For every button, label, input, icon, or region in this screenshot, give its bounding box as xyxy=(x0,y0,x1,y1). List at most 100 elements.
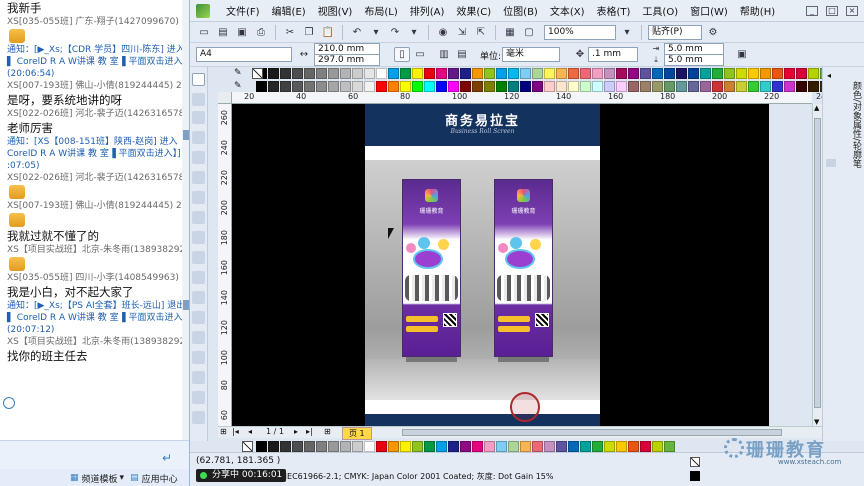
color-swatch[interactable] xyxy=(388,441,399,452)
screen-share-status[interactable]: 分享中 00:16:01 xyxy=(196,469,287,482)
menu-item[interactable]: 效果(C) xyxy=(450,3,497,18)
color-swatch[interactable] xyxy=(316,81,327,92)
color-swatch[interactable] xyxy=(652,68,663,79)
color-swatch[interactable] xyxy=(256,81,267,92)
color-swatch[interactable] xyxy=(352,81,363,92)
current-page-icon[interactable]: ▤ xyxy=(454,47,470,62)
menu-item[interactable]: 文件(F) xyxy=(220,3,266,18)
color-swatch[interactable] xyxy=(256,441,267,452)
color-swatch[interactable] xyxy=(508,81,519,92)
color-swatch[interactable] xyxy=(484,81,495,92)
color-swatch[interactable] xyxy=(388,68,399,79)
color-swatch[interactable] xyxy=(316,441,327,452)
color-swatch[interactable] xyxy=(424,441,435,452)
color-swatch[interactable] xyxy=(580,81,591,92)
color-swatch[interactable] xyxy=(712,81,723,92)
paper-size-select[interactable]: A4 xyxy=(196,47,292,62)
import-icon[interactable]: ⇲ xyxy=(454,25,470,40)
color-swatch[interactable] xyxy=(268,81,279,92)
color-swatch[interactable] xyxy=(592,68,603,79)
paste-icon[interactable]: 📋 xyxy=(320,25,336,40)
color-swatch[interactable] xyxy=(340,441,351,452)
color-swatch[interactable] xyxy=(400,441,411,452)
fill-tool-icon[interactable] xyxy=(192,391,205,404)
color-swatch[interactable] xyxy=(772,81,783,92)
menu-item[interactable]: 布局(L) xyxy=(358,3,403,18)
smile-icon[interactable] xyxy=(3,397,15,409)
color-swatch[interactable] xyxy=(580,441,591,452)
color-swatch[interactable] xyxy=(592,81,603,92)
blend-tool-icon[interactable] xyxy=(192,331,205,344)
page-options-icon[interactable]: ⊞ xyxy=(220,427,227,436)
color-swatch[interactable] xyxy=(796,81,807,92)
color-swatch[interactable] xyxy=(544,68,555,79)
color-swatch[interactable] xyxy=(424,81,435,92)
color-swatch[interactable] xyxy=(520,441,531,452)
smart-fill-icon[interactable] xyxy=(192,171,205,184)
color-swatch[interactable] xyxy=(532,441,543,452)
color-swatch[interactable] xyxy=(280,68,291,79)
connector-tool-icon[interactable] xyxy=(192,311,205,324)
snap-to-menu[interactable]: 贴齐(P) xyxy=(648,24,702,40)
rollup-banner-left[interactable]: 珊珊教育 xyxy=(402,179,461,362)
horizontal-scroll-thumb[interactable] xyxy=(402,429,782,436)
color-swatch[interactable] xyxy=(652,81,663,92)
dimension-tool-icon[interactable] xyxy=(192,291,205,304)
new-document-icon[interactable]: ▭ xyxy=(196,25,212,40)
table-tool-icon[interactable] xyxy=(192,271,205,284)
color-swatch[interactable] xyxy=(484,441,495,452)
color-swatch[interactable] xyxy=(316,68,327,79)
color-swatch[interactable] xyxy=(592,441,603,452)
color-swatch[interactable] xyxy=(664,68,675,79)
dropdown-icon[interactable]: ▾ xyxy=(619,25,635,40)
color-swatch[interactable] xyxy=(604,68,615,79)
color-swatch[interactable] xyxy=(508,68,519,79)
color-swatch[interactable] xyxy=(544,441,555,452)
close-button[interactable]: × xyxy=(846,5,858,16)
bleed-icon[interactable]: ▣ xyxy=(734,47,750,62)
color-swatch[interactable] xyxy=(496,81,507,92)
menu-item[interactable]: 视图(V) xyxy=(312,3,359,18)
dropdown-icon[interactable]: ▾ xyxy=(368,25,384,40)
color-swatch[interactable] xyxy=(460,441,471,452)
color-swatch[interactable] xyxy=(580,68,591,79)
rollup-banner-right[interactable]: 珊珊教育 xyxy=(494,179,553,362)
interactive-fill-icon[interactable] xyxy=(192,411,205,424)
color-swatch[interactable] xyxy=(808,68,819,79)
color-swatch[interactable] xyxy=(328,441,339,452)
menu-item[interactable]: 工具(O) xyxy=(636,3,684,18)
color-swatch[interactable] xyxy=(640,68,651,79)
color-swatch[interactable] xyxy=(436,441,447,452)
add-page-icon[interactable]: ⊞ xyxy=(324,427,331,436)
color-swatch[interactable] xyxy=(532,68,543,79)
color-swatch[interactable] xyxy=(436,68,447,79)
docker-arrow-icon[interactable]: ◂ xyxy=(827,71,831,80)
channel-template-button[interactable]: 频道模板 xyxy=(82,472,118,485)
rectangle-tool-icon[interactable] xyxy=(192,191,205,204)
eyedropper-palette-icon[interactable]: ✎ xyxy=(234,81,246,92)
minimize-button[interactable]: _ xyxy=(806,5,818,16)
color-swatch[interactable] xyxy=(748,68,759,79)
export-icon[interactable]: ⇱ xyxy=(473,25,489,40)
outline-pen-icon[interactable] xyxy=(192,371,205,384)
drawing-canvas[interactable]: 商务易拉宝 Business Roll Screen 珊珊教育 珊珊教育 xyxy=(232,104,769,426)
color-swatch[interactable] xyxy=(640,81,651,92)
color-swatch[interactable] xyxy=(376,68,387,79)
next-page-button[interactable]: ▸ xyxy=(294,427,298,436)
color-swatch[interactable] xyxy=(796,68,807,79)
channel-template-icon[interactable]: ▦ xyxy=(70,473,79,483)
chat-scrollbar[interactable] xyxy=(182,0,189,440)
color-swatch[interactable] xyxy=(352,68,363,79)
undo-icon[interactable]: ↶ xyxy=(349,25,365,40)
color-swatch[interactable] xyxy=(664,441,675,452)
color-swatch[interactable] xyxy=(388,81,399,92)
freehand-tool-icon[interactable] xyxy=(192,151,205,164)
color-swatch[interactable] xyxy=(400,68,411,79)
page-height-input[interactable]: 297.0 mm xyxy=(314,54,380,66)
color-swatch[interactable] xyxy=(616,68,627,79)
color-swatch[interactable] xyxy=(508,441,519,452)
portrait-button[interactable]: ▯ xyxy=(394,47,410,62)
cut-icon[interactable]: ✂ xyxy=(282,25,298,40)
menu-item[interactable]: 表格(T) xyxy=(591,3,637,18)
polygon-tool-icon[interactable] xyxy=(192,231,205,244)
